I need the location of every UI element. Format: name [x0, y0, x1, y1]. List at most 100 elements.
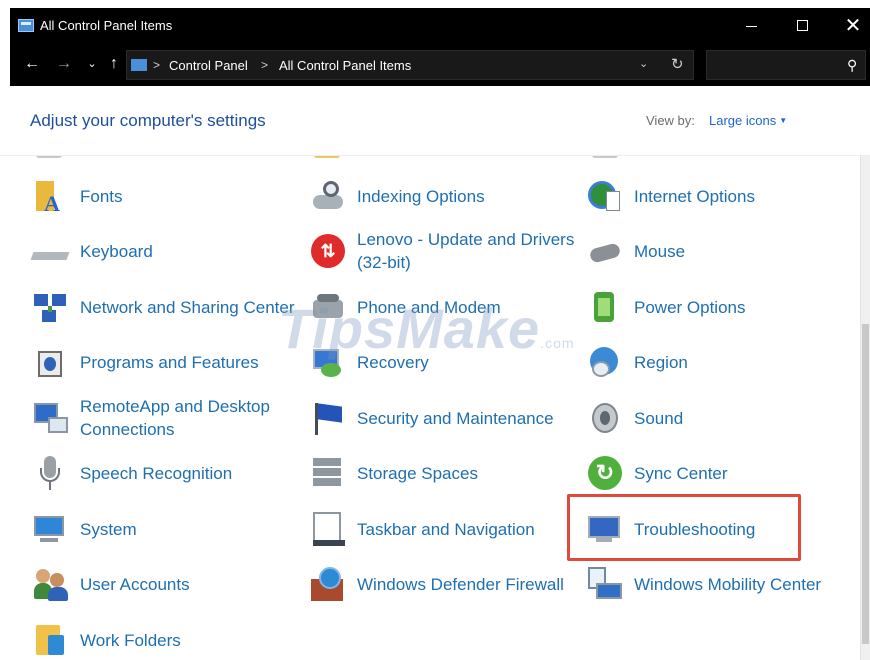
page-header: Adjust your computer's settings View by:…	[0, 86, 870, 156]
item-label: Programs and Features	[80, 352, 259, 372]
item-user-accounts[interactable]: User Accounts	[32, 559, 300, 609]
page-title: Adjust your computer's settings	[30, 111, 266, 130]
item-label: Security and Maintenance	[357, 408, 554, 428]
work-folders-icon	[32, 621, 70, 659]
item-internet-options[interactable]: Internet Options	[586, 171, 854, 221]
item-storage-spaces[interactable]: Storage Spaces	[309, 448, 577, 498]
item-label: Internet Options	[634, 186, 755, 206]
view-by-dropdown[interactable]: Large icons ▼	[709, 113, 787, 128]
item-region[interactable]: Region	[586, 337, 854, 387]
item-label: Work Folders	[80, 630, 181, 650]
search-icon: ⚲	[846, 57, 857, 73]
forward-button[interactable]: →	[52, 52, 76, 76]
item-label: Troubleshooting	[634, 519, 756, 539]
internet-options-icon	[586, 177, 624, 215]
breadcrumb-control-panel[interactable]: Control Panel	[169, 58, 248, 73]
item-programs-features[interactable]: Programs and Features	[32, 337, 300, 387]
item-work-folders[interactable]: Work Folders	[32, 615, 300, 660]
item-taskbar-navigation[interactable]: Taskbar and Navigation	[309, 504, 577, 554]
recent-locations-button[interactable]: ⌄	[80, 52, 104, 76]
lenovo-update-icon: ⇅	[309, 232, 347, 270]
item-system[interactable]: System	[32, 504, 300, 554]
refresh-icon[interactable]: ↻	[671, 55, 684, 73]
item-indexing-options[interactable]: Indexing Options	[309, 171, 577, 221]
maximize-icon	[797, 20, 808, 31]
item-label: Recovery	[357, 352, 429, 372]
sync-center-icon: ↻	[586, 454, 624, 492]
sound-icon	[586, 399, 624, 437]
chevron-down-icon: ⌄	[87, 58, 97, 70]
minimize-button[interactable]	[728, 8, 774, 44]
title-bar: All Control Panel Items ✕	[10, 8, 870, 44]
item-speech-recognition[interactable]: Speech Recognition	[32, 448, 300, 498]
up-button[interactable]: ↑	[102, 52, 126, 76]
item-label: Taskbar and Navigation	[357, 519, 535, 539]
system-icon	[32, 510, 70, 548]
user-accounts-icon	[32, 565, 70, 603]
item-windows-defender-firewall[interactable]: Windows Defender Firewall	[309, 559, 577, 609]
mouse-icon	[586, 232, 624, 270]
item-troubleshooting[interactable]: Troubleshooting	[586, 504, 854, 554]
scrollbar-thumb[interactable]	[862, 324, 869, 644]
item-windows-mobility-center[interactable]: Windows Mobility Center	[586, 559, 854, 609]
microphone-icon	[32, 454, 70, 492]
address-bar[interactable]: > Control Panel > All Control Panel Item…	[126, 50, 694, 80]
window-title: All Control Panel Items	[40, 18, 173, 33]
breadcrumb-all-items[interactable]: All Control Panel Items	[279, 58, 411, 73]
network-icon	[32, 288, 70, 326]
indexing-options-icon	[309, 177, 347, 215]
back-button[interactable]: ←	[20, 52, 44, 76]
control-panel-items: A Fonts Indexing Options Internet Option…	[0, 156, 860, 660]
item-recovery[interactable]: Recovery	[309, 337, 577, 387]
item-lenovo-update[interactable]: ⇅ Lenovo - Update and Drivers (32-bit)	[309, 226, 577, 276]
item-label: Sound	[634, 408, 684, 428]
item-label: RemoteApp and Desktop Connections	[80, 397, 270, 439]
vertical-scrollbar[interactable]	[860, 156, 870, 660]
item-label: Keyboard	[80, 241, 153, 261]
item-label: Windows Mobility Center	[634, 574, 822, 594]
caret-down-icon: ▼	[779, 116, 788, 125]
item-keyboard[interactable]: Keyboard	[30, 226, 300, 276]
control-panel-crumb-icon	[131, 59, 147, 71]
view-by-label: View by:	[646, 113, 695, 128]
item-security-maintenance[interactable]: Security and Maintenance	[309, 393, 577, 443]
storage-spaces-icon	[309, 454, 347, 492]
programs-features-icon	[32, 343, 70, 381]
partial-icon	[314, 156, 340, 158]
item-phone-modem[interactable]: Phone and Modem	[309, 282, 577, 332]
item-mouse[interactable]: Mouse	[586, 226, 854, 276]
item-sync-center[interactable]: ↻ Sync Center	[586, 448, 854, 498]
partial-icon	[592, 156, 618, 158]
item-remoteapp[interactable]: RemoteApp and Desktop Connections	[32, 393, 300, 443]
recovery-icon	[309, 343, 347, 381]
troubleshooting-icon	[586, 510, 624, 548]
item-power-options[interactable]: Power Options	[586, 282, 854, 332]
item-network-sharing[interactable]: Network and Sharing Center	[32, 282, 300, 332]
control-panel-app-icon	[18, 19, 34, 32]
item-label: Phone and Modem	[357, 297, 501, 317]
firewall-icon	[309, 565, 347, 603]
maximize-button[interactable]	[780, 8, 826, 44]
search-input[interactable]: ⚲	[706, 50, 866, 80]
back-arrow-icon: ←	[24, 55, 40, 72]
navigation-bar: ← → ⌄ ↑ > Control Panel > All Control Pa…	[10, 44, 870, 86]
close-icon: ✕	[844, 15, 862, 37]
item-sound[interactable]: Sound	[586, 393, 854, 443]
remoteapp-icon	[32, 399, 70, 437]
item-label: Power Options	[634, 297, 746, 317]
control-panel-window: All Control Panel Items ✕ ← → ⌄ ↑ > Cont…	[0, 0, 870, 660]
partial-icon	[36, 156, 62, 158]
region-icon	[586, 343, 624, 381]
security-flag-icon	[309, 399, 347, 437]
item-label: Lenovo - Update and Drivers (32-bit)	[357, 230, 575, 272]
address-dropdown-icon[interactable]: ⌄	[639, 57, 648, 70]
item-label: Fonts	[80, 186, 123, 206]
item-label: Region	[634, 352, 688, 372]
fonts-icon: A	[32, 177, 70, 216]
item-label: Windows Defender Firewall	[357, 574, 564, 594]
taskbar-icon	[309, 510, 347, 548]
item-fonts[interactable]: A Fonts	[32, 171, 300, 221]
close-button[interactable]: ✕	[830, 8, 870, 44]
item-label: Mouse	[634, 241, 686, 261]
minimize-icon	[746, 26, 757, 27]
